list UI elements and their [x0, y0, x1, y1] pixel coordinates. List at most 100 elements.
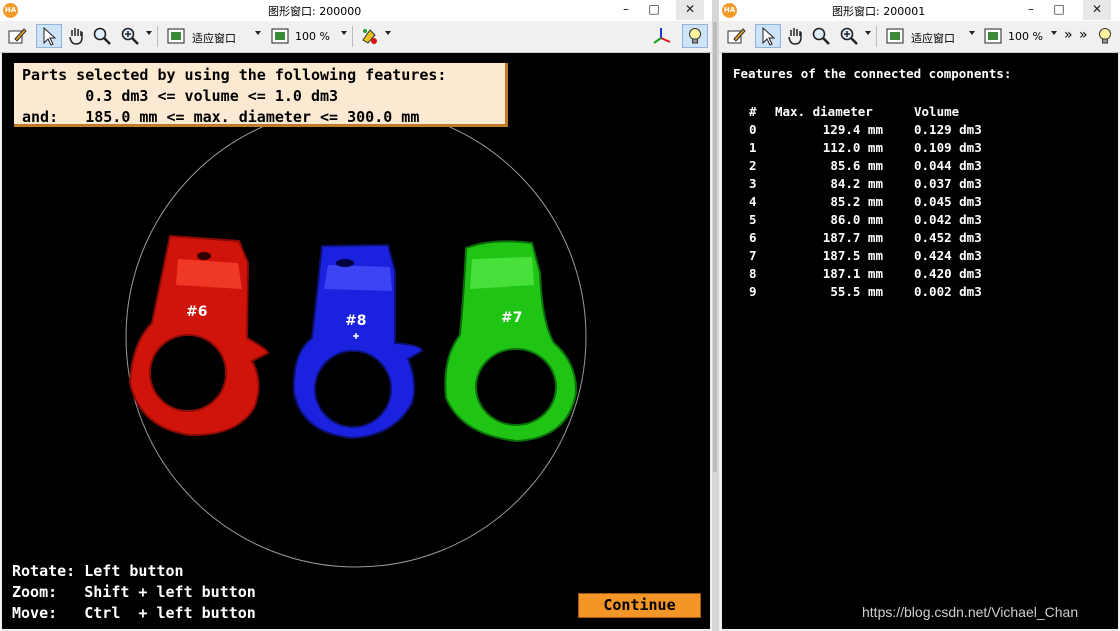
info-line-3: and: 185.0 mm <= max. diameter <= 300.0 … — [22, 108, 420, 126]
chevron-down-icon[interactable] — [341, 31, 347, 35]
continue-button[interactable]: Continue — [578, 593, 701, 618]
close-icon[interactable]: ✕ — [1083, 0, 1111, 20]
row-number: 8 — [749, 266, 757, 281]
minimize-icon[interactable]: – — [612, 0, 640, 20]
magnifier-icon[interactable] — [90, 24, 114, 48]
graphics-window-right: HA 图形窗口: 200001 – □ ✕ 适应窗口 100 % » » Fea… — [719, 0, 1120, 631]
zoom-in-icon[interactable] — [835, 24, 863, 48]
pointer-icon[interactable] — [755, 24, 781, 48]
toolbar-separator — [876, 26, 877, 47]
selection-info-box: Parts selected by using the following fe… — [14, 63, 508, 127]
toolbar: 适应窗口 100 % » » — [719, 21, 1120, 53]
fit-window-label[interactable]: 适应窗口 — [911, 30, 955, 46]
chevron-down-icon[interactable] — [255, 31, 261, 35]
halcon-app-icon: HA — [722, 3, 737, 18]
zoom-in-icon[interactable] — [116, 24, 144, 48]
window-splitter[interactable] — [712, 0, 719, 631]
row-volume: 0.109 dm3 — [914, 140, 982, 155]
chevron-down-icon[interactable] — [969, 31, 975, 35]
fit-window-icon[interactable] — [164, 24, 188, 48]
graphics-canvas[interactable]: #6 #8 #7 Parts selected by using the fol… — [2, 53, 710, 629]
chevron-down-icon[interactable] — [146, 31, 152, 35]
title-bar[interactable]: HA 图形窗口: 200001 – □ ✕ — [719, 0, 1120, 22]
pointer-icon[interactable] — [36, 24, 62, 48]
help-move: Move: Ctrl + left button — [12, 604, 256, 622]
row-volume: 0.042 dm3 — [914, 212, 982, 227]
column-header-max-diameter: Max. diameter — [775, 104, 873, 119]
lightbulb-icon[interactable] — [682, 24, 708, 48]
row-volume: 0.452 dm3 — [914, 230, 982, 245]
row-number: 2 — [749, 158, 757, 173]
column-header-volume: Volume — [914, 104, 960, 119]
chevron-down-icon[interactable] — [1051, 31, 1057, 35]
overflow-chevron-icon[interactable]: » — [1064, 27, 1073, 43]
chevron-down-icon[interactable] — [865, 31, 871, 35]
row-max-diameter: 112.0 mm — [822, 140, 883, 155]
hand-pan-icon[interactable] — [783, 24, 807, 48]
title-bar[interactable]: HA 图形窗口: 200000 – □ ✕ — [0, 0, 712, 22]
zoom-level-label[interactable]: 100 % — [295, 30, 330, 43]
axes-3d-icon[interactable] — [650, 24, 674, 48]
row-max-diameter: 187.1 mm — [822, 266, 883, 281]
help-zoom: Zoom: Shift + left button — [12, 583, 256, 601]
toolbar-separator — [157, 26, 158, 47]
hand-pan-icon[interactable] — [64, 24, 88, 48]
zoom-level-label[interactable]: 100 % — [1008, 30, 1043, 43]
object-view: #6 #8 #7 — [125, 106, 587, 568]
zoom-percent-icon[interactable] — [981, 24, 1005, 48]
row-number: 4 — [749, 194, 757, 209]
part-8-shape — [292, 243, 424, 440]
column-header-number: # — [749, 104, 757, 119]
magnifier-icon[interactable] — [809, 24, 833, 48]
graphics-window-left: HA 图形窗口: 200000 – □ ✕ 适应窗口 100 % #6 #8 #… — [0, 0, 712, 631]
row-number: 0 — [749, 122, 757, 137]
graphics-canvas[interactable]: Features of the connected components: # … — [722, 53, 1118, 629]
row-number: 1 — [749, 140, 757, 155]
row-number: 7 — [749, 248, 757, 263]
row-max-diameter: 129.4 mm — [822, 122, 883, 137]
window-title: 图形窗口: 200000 — [268, 5, 362, 18]
part-7-shape — [444, 240, 578, 443]
zoom-percent-icon[interactable] — [268, 24, 292, 48]
row-volume: 0.037 dm3 — [914, 176, 982, 191]
edit-icon[interactable] — [4, 24, 30, 48]
toolbar: 适应窗口 100 % — [0, 21, 712, 53]
toolbar-separator — [352, 26, 353, 47]
features-heading: Features of the connected components: — [733, 66, 1012, 81]
row-volume: 0.044 dm3 — [914, 158, 982, 173]
part-label-7: #7 — [501, 310, 522, 326]
row-max-diameter: 85.2 mm — [830, 194, 883, 209]
row-volume: 0.424 dm3 — [914, 248, 982, 263]
info-line-1: Parts selected by using the following fe… — [22, 66, 447, 84]
row-max-diameter: 187.5 mm — [822, 248, 883, 263]
row-number: 3 — [749, 176, 757, 191]
close-icon[interactable]: ✕ — [676, 0, 704, 20]
lightbulb-icon[interactable] — [1093, 24, 1117, 48]
part-label-8: #8 — [345, 313, 366, 329]
edit-icon[interactable] — [723, 24, 749, 48]
part-label-6: #6 — [186, 304, 207, 320]
fit-window-label[interactable]: 适应窗口 — [192, 30, 236, 46]
watermark-text: https://blog.csdn.net/Vichael_Chan — [862, 604, 1079, 620]
row-volume: 0.420 dm3 — [914, 266, 982, 281]
minimize-icon[interactable]: – — [1017, 0, 1045, 20]
overflow-chevron-icon[interactable]: » — [1079, 27, 1088, 43]
row-volume: 0.129 dm3 — [914, 122, 982, 137]
window-title: 图形窗口: 200001 — [832, 5, 926, 18]
paint-color-icon[interactable] — [358, 24, 382, 48]
row-max-diameter: 86.0 mm — [830, 212, 883, 227]
maximize-icon[interactable]: □ — [640, 0, 668, 20]
row-max-diameter: 55.5 mm — [830, 284, 883, 299]
maximize-icon[interactable]: □ — [1045, 0, 1073, 20]
scrollbar-thumb[interactable] — [713, 22, 717, 472]
row-number: 5 — [749, 212, 757, 227]
info-line-2: 0.3 dm3 <= volume <= 1.0 dm3 — [22, 87, 339, 105]
row-max-diameter: 187.7 mm — [822, 230, 883, 245]
row-max-diameter: 85.6 mm — [830, 158, 883, 173]
fit-window-icon[interactable] — [883, 24, 907, 48]
row-max-diameter: 84.2 mm — [830, 176, 883, 191]
part-6-shape — [128, 234, 270, 437]
row-volume: 0.002 dm3 — [914, 284, 982, 299]
halcon-app-icon: HA — [3, 3, 18, 18]
chevron-down-icon[interactable] — [385, 31, 391, 35]
